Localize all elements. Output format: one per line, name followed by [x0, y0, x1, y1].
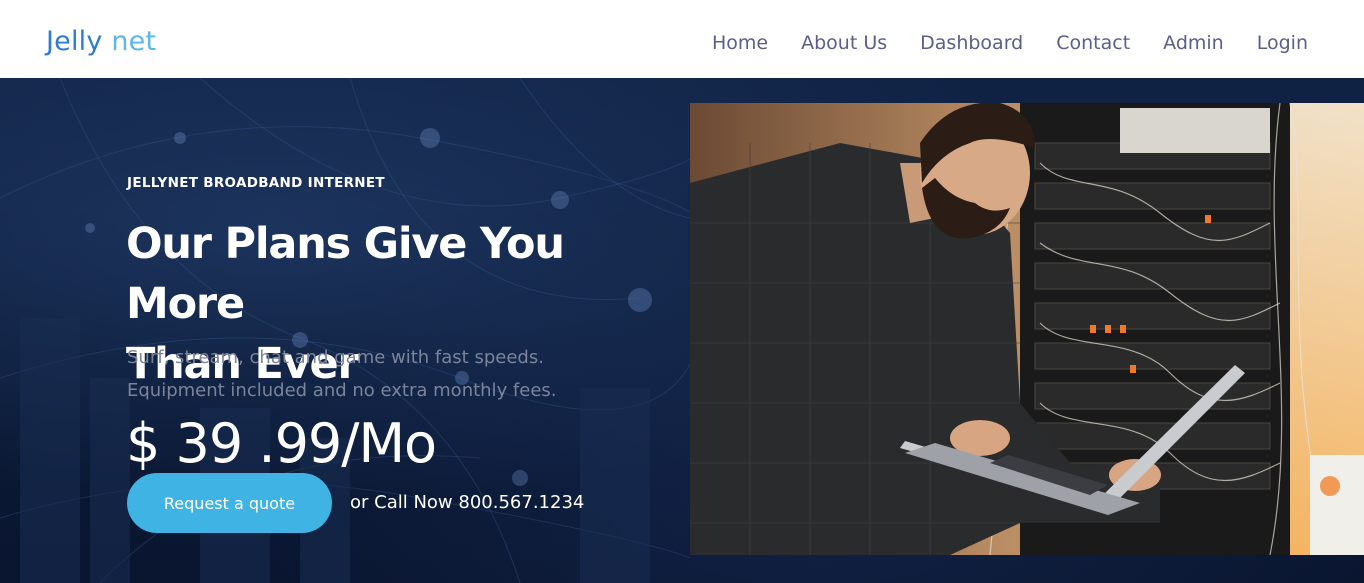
- hero-headline-line1: Our Plans Give You More: [126, 219, 565, 329]
- hero-eyebrow: JELLYNET BROADBAND INTERNET: [127, 175, 385, 191]
- nav-link-about-us[interactable]: About Us: [801, 29, 887, 57]
- nav-link-dashboard[interactable]: Dashboard: [920, 29, 1023, 57]
- hero-subtext: Surf, stream, chat and game with fast sp…: [127, 341, 647, 407]
- nav-link-contact[interactable]: Contact: [1056, 29, 1130, 57]
- hero-subtext-line1: Surf, stream, chat and game with fast sp…: [127, 347, 544, 368]
- request-quote-button[interactable]: Request a quote: [127, 473, 332, 533]
- hero-subtext-line2: Equipment included and no extra monthly …: [127, 380, 557, 401]
- call-now-text: or Call Now 800.567.1234: [350, 492, 585, 513]
- brand-logo-part1: Jelly: [46, 26, 103, 57]
- hero-section: JELLYNET BROADBAND INTERNET Our Plans Gi…: [0, 78, 1364, 583]
- main-nav: Home About Us Dashboard Contact Admin Lo…: [679, 29, 1308, 57]
- top-navbar: Jelly net Home About Us Dashboard Contac…: [0, 0, 1364, 78]
- hero-price: $ 39 .99/Mo: [126, 412, 437, 475]
- nav-link-admin[interactable]: Admin: [1163, 29, 1224, 57]
- technician-server-rack-photo: [690, 103, 1364, 555]
- brand-logo-part2: net: [111, 26, 157, 57]
- nav-link-login[interactable]: Login: [1257, 29, 1308, 57]
- nav-link-home[interactable]: Home: [712, 29, 768, 57]
- brand-logo[interactable]: Jelly net: [46, 24, 156, 60]
